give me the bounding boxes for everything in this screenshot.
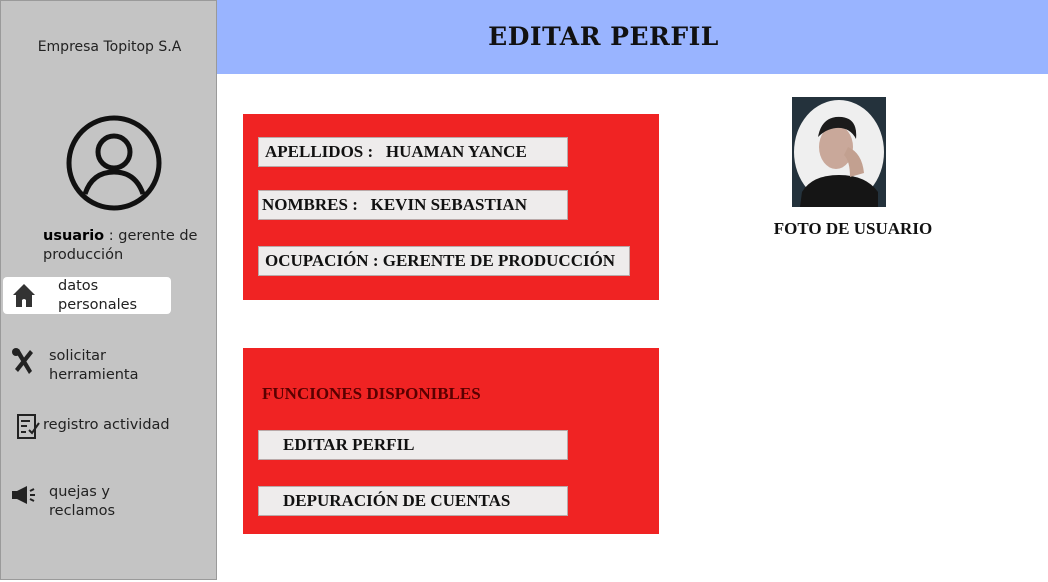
depuracion-cuentas-button[interactable]: DEPURACIÓN DE CUENTAS [258, 486, 568, 516]
page-header: EDITAR PERFIL [217, 0, 1048, 74]
editar-perfil-button[interactable]: EDITAR PERFIL [258, 430, 568, 460]
ocupacion-field[interactable]: OCUPACIÓN : GERENTE DE PRODUCCIÓN [258, 246, 630, 276]
photo-caption: FOTO DE USUARIO [773, 219, 933, 238]
page-title: EDITAR PERFIL [488, 22, 719, 51]
profile-info-panel: APELLIDOS : HUAMAN YANCE NOMBRES : KEVIN… [243, 114, 659, 300]
sidebar-item-solicitar-herramienta[interactable]: solicitar herramienta [1, 347, 218, 387]
sidebar-item-quejas-reclamos[interactable]: quejas y reclamos [1, 482, 218, 522]
user-photo-image [792, 97, 886, 207]
tools-icon [12, 348, 33, 374]
company-name: Empresa Topitop S.A [37, 39, 182, 55]
sidebar-item-label: registro actividad [43, 417, 170, 433]
sidebar-item-label: datos personales [58, 278, 138, 313]
user-photo [792, 97, 886, 207]
functions-panel: FUNCIONES DISPONIBLES EDITAR PERFIL DEPU… [243, 348, 659, 534]
home-icon [13, 284, 35, 307]
sidebar-item-label: quejas y reclamos [49, 484, 116, 519]
nombres-field[interactable]: NOMBRES : KEVIN SEBASTIAN [258, 190, 568, 220]
role-label: usuario [43, 228, 105, 244]
document-icon [17, 414, 40, 439]
sidebar-item-registro-actividad[interactable]: registro actividad [1, 414, 218, 454]
megaphone-icon [12, 486, 35, 504]
sidebar-item-label: solicitar herramienta [49, 348, 139, 383]
user-avatar-icon [66, 115, 162, 211]
functions-title: FUNCIONES DISPONIBLES [262, 384, 481, 403]
apellidos-field[interactable]: APELLIDOS : HUAMAN YANCE [258, 137, 568, 167]
sidebar: Empresa Topitop S.A usuario : gerente de… [0, 0, 217, 580]
sidebar-item-datos-personales[interactable]: datos personales [3, 277, 171, 314]
user-role: usuario : gerente de producción [43, 227, 213, 265]
